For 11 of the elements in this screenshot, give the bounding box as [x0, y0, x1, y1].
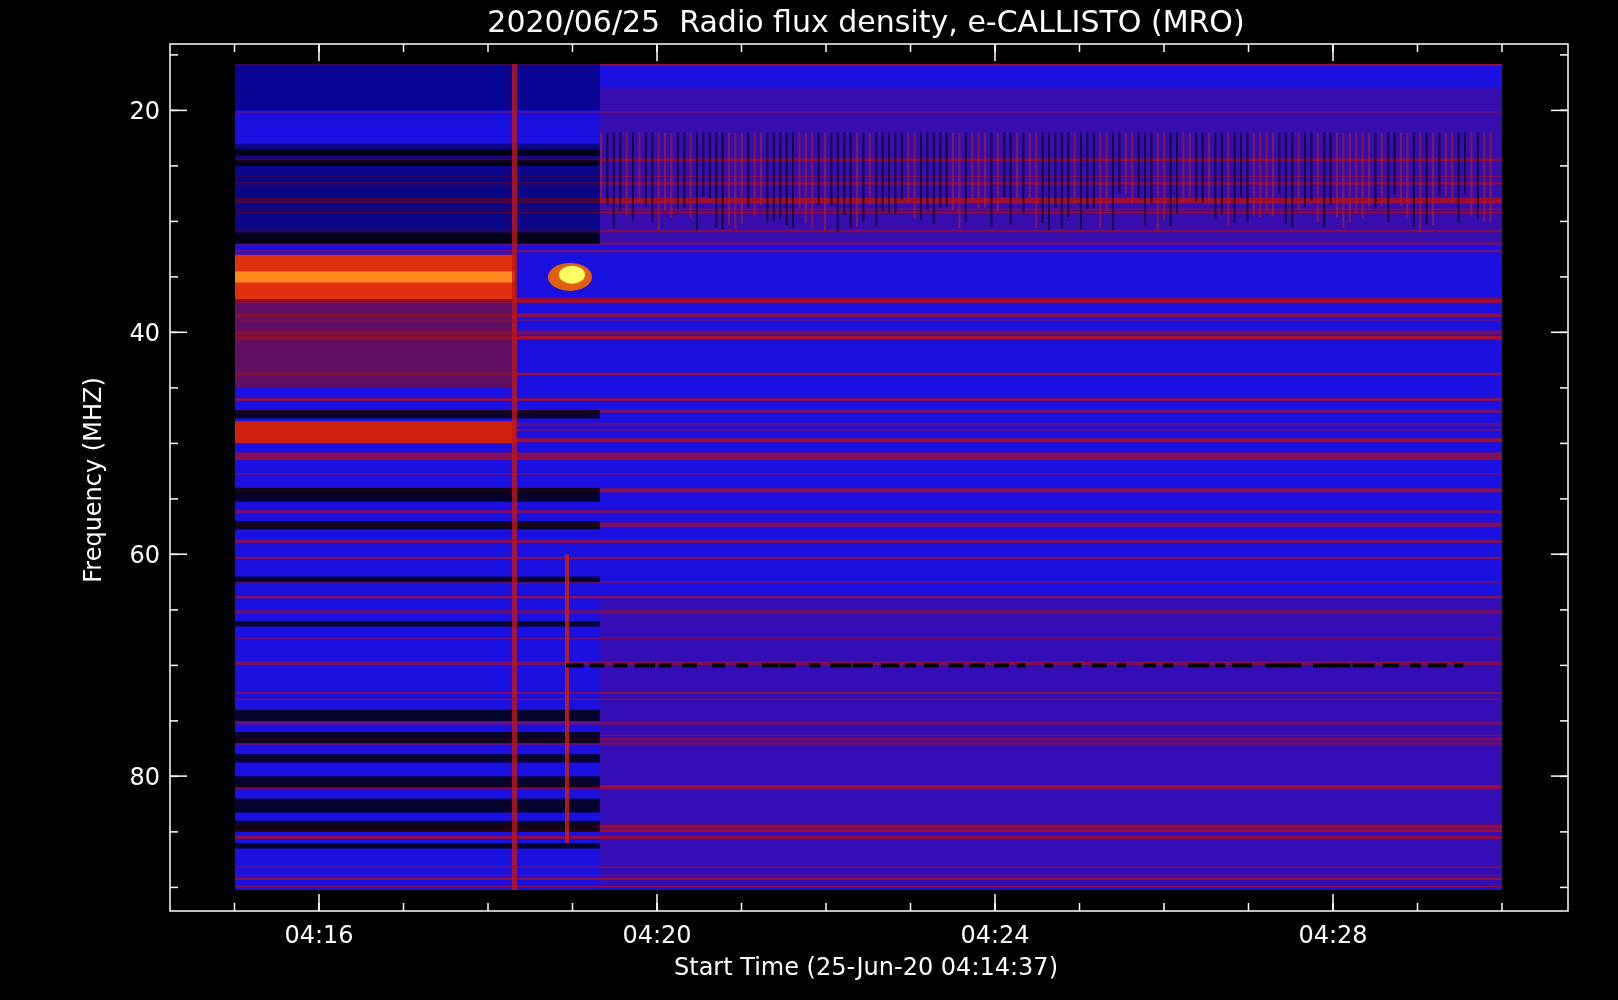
y-tick-label: 20 [129, 97, 160, 126]
y-tick-label: 40 [129, 319, 160, 348]
x-tick-label: 04:24 [960, 921, 1030, 949]
y-axis-label: Frequency (MHZ) [79, 377, 107, 583]
y-tick-label: 60 [129, 541, 160, 570]
x-tick-label: 04:28 [1298, 921, 1368, 949]
x-tick-label: 04:16 [284, 921, 354, 949]
y-tick-label: 80 [129, 763, 160, 792]
x-axis-label: Start Time (25-Jun-20 04:14:37) [674, 953, 1058, 981]
chart-title: 2020/06/25 Radio flux density, e-CALLISTO (MRO) [487, 4, 1245, 39]
x-tick-label: 04:20 [622, 921, 692, 949]
